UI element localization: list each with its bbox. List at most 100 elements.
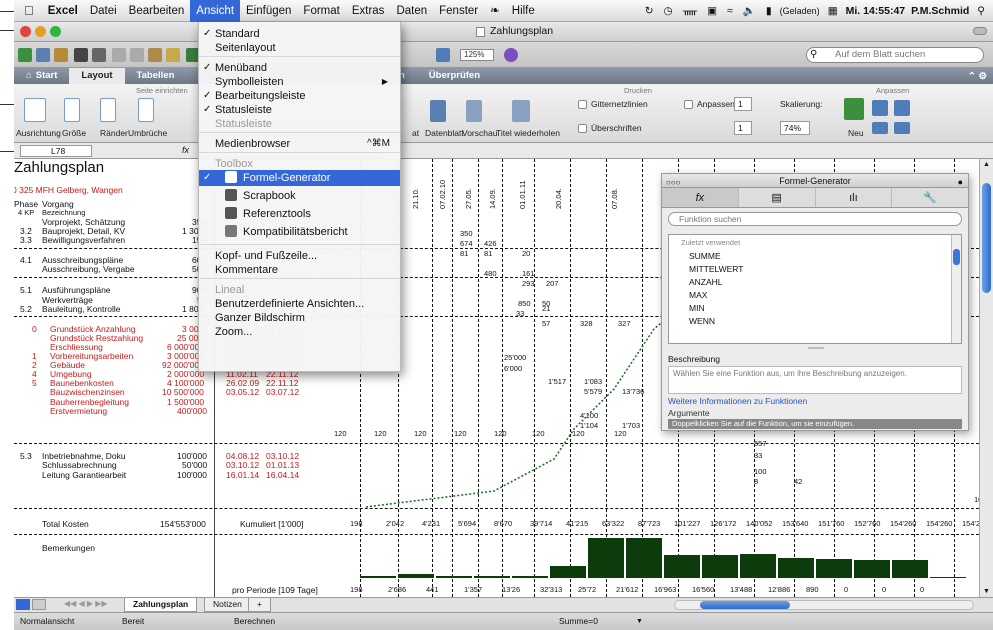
fg-list-scrollbar[interactable] (951, 235, 961, 343)
spotlight-icon[interactable]: ⚲ (975, 5, 987, 17)
fg-function-item[interactable]: SUMME (689, 251, 721, 261)
add-sheet-button[interactable]: + (248, 598, 271, 612)
fg-function-item[interactable]: MIN (689, 303, 705, 313)
horizontal-scroll-thumb[interactable] (700, 601, 790, 609)
menu-item-seitenlayout[interactable]: Seitenlayout (199, 40, 400, 56)
size-icon[interactable] (64, 98, 80, 122)
menu-item-referenztools[interactable]: Referenztools (199, 206, 400, 222)
scroll-down-icon[interactable]: ▼ (983, 588, 990, 595)
close-window-icon[interactable] (20, 26, 31, 37)
colors-icon[interactable] (872, 122, 888, 134)
zoom-select[interactable]: 125% (460, 49, 494, 61)
ribbon-vorschau[interactable]: Vorschau (462, 128, 497, 138)
status-sum-dropdown-icon[interactable]: ▼ (636, 618, 643, 625)
templates-icon[interactable] (36, 48, 50, 62)
ribbon-neu[interactable]: Neu (848, 128, 864, 138)
volume-icon[interactable]: 🔈 (741, 4, 758, 17)
ribbon-groesse[interactable]: Größe (62, 128, 86, 138)
script-menu-icon[interactable]: ❧ (484, 0, 506, 22)
sheet-icon[interactable] (436, 48, 450, 62)
menu-item-formel-generator[interactable]: ✓ Formel-Generator (199, 170, 400, 186)
wifi-icon[interactable]: ≈ (725, 5, 735, 17)
function-icon[interactable]: fx (182, 145, 189, 155)
menu-item-medienbrowser[interactable]: Medienbrowser ^⌘M (199, 136, 400, 152)
battery-icon[interactable]: ▮ (764, 5, 774, 17)
sheet-tab-zahlungsplan[interactable]: Zahlungsplan (124, 598, 198, 612)
fg-tab-chart-icon[interactable]: ılı (816, 188, 893, 207)
fg-tab-objects-icon[interactable]: ▤ (739, 188, 816, 207)
tab-ueberpruefen[interactable]: Überprüfen (417, 68, 492, 84)
menu-einfuegen[interactable]: Einfügen (240, 0, 297, 22)
preview-icon[interactable] (466, 100, 482, 122)
copy-icon[interactable] (130, 48, 144, 62)
cut-icon[interactable] (112, 48, 126, 62)
fg-search-input[interactable]: Funktion suchen (668, 212, 962, 226)
themes-icon[interactable] (872, 100, 888, 116)
fg-function-item[interactable]: MAX (689, 290, 707, 300)
time-machine-icon[interactable]: ◷ (662, 5, 675, 17)
bluetooth-icon[interactable]: ᚅ (681, 5, 699, 17)
tab-nav-icons[interactable]: ◀◀ ◀ ▶ ▶▶ (64, 599, 108, 608)
fg-tab-tools-icon[interactable]: 🔧 (892, 188, 968, 207)
fg-close-icon[interactable]: ○○○ (666, 176, 681, 190)
toolbar-toggle-icon[interactable] (973, 27, 987, 35)
user-name[interactable]: P.M.Schmid (911, 5, 969, 17)
headings-checkbox[interactable] (578, 124, 587, 133)
view-normal-icon[interactable] (16, 599, 30, 610)
fit-width-stepper[interactable]: 1 (734, 97, 752, 111)
menu-format[interactable]: Format (297, 0, 345, 22)
fonts-icon[interactable] (894, 100, 910, 116)
tab-layout[interactable]: Layout (69, 68, 125, 84)
display-icon[interactable]: ▣ (705, 5, 719, 17)
menu-datei[interactable]: Datei (84, 0, 123, 22)
minimize-window-icon[interactable] (35, 26, 46, 37)
datasheet-icon[interactable] (430, 100, 446, 122)
menu-hilfe[interactable]: Hilfe (506, 0, 541, 22)
format-painter-icon[interactable] (166, 48, 180, 62)
cell-reference-box[interactable]: L78 (20, 145, 92, 157)
paste-icon[interactable] (148, 48, 162, 62)
clock[interactable]: Mi. 14:55:47 (846, 5, 906, 17)
open-icon[interactable] (54, 48, 68, 62)
ribbon-titel-wiederholen[interactable]: Titel wiederholen (496, 128, 560, 138)
save-icon[interactable] (74, 48, 88, 62)
fg-resize-handle[interactable] (808, 347, 824, 349)
new-workbook-icon[interactable] (18, 48, 32, 62)
menu-item-kommentare[interactable]: Kommentare (199, 262, 400, 278)
fg-function-item[interactable]: MITTELWERT (689, 264, 743, 274)
status-sum[interactable]: Summe=0 (559, 616, 598, 626)
ribbon-datenblatt[interactable]: Datenblatt (425, 128, 464, 138)
repeat-titles-icon[interactable] (512, 100, 530, 122)
ribbon-raender[interactable]: Ränder (100, 128, 128, 138)
margins-icon[interactable] (100, 98, 116, 122)
fg-tab-formula-icon[interactable]: fx (662, 188, 739, 207)
new-theme-icon[interactable] (844, 98, 864, 120)
help-icon[interactable] (504, 48, 518, 62)
ribbon-collapse-icon[interactable]: ⌃ ⚙ (968, 71, 993, 82)
menu-extras[interactable]: Extras (346, 0, 391, 22)
search-icon[interactable]: ⚲ (810, 49, 817, 60)
calendar-icon[interactable]: ▦ (826, 5, 840, 17)
fg-list-thumb[interactable] (953, 249, 960, 265)
ribbon-umbrueche[interactable]: Umbrüche (128, 128, 167, 138)
fit-height-stepper[interactable]: 1 (734, 121, 752, 135)
tab-start[interactable]: Start (32, 68, 70, 84)
sheet-tab-notizen[interactable]: Notizen (204, 598, 251, 612)
fit-to-checkbox[interactable] (684, 100, 693, 109)
ribbon-print-label-tail[interactable]: at (412, 128, 419, 138)
scroll-up-icon[interactable]: ▲ (983, 161, 990, 168)
menu-item-kompatibilitätsbericht[interactable]: Kompatibilitätsbericht (199, 224, 400, 240)
home-icon[interactable]: ⌂ (14, 68, 32, 84)
vertical-scrollbar[interactable]: ▲ ▼ (979, 159, 993, 597)
scaling-stepper[interactable]: 74% (780, 121, 810, 135)
vertical-scroll-thumb[interactable] (982, 183, 991, 293)
fg-help-link[interactable]: Weitere Informationen zu Funktionen (668, 396, 807, 406)
menu-item-zoom[interactable]: Zoom... (199, 324, 400, 340)
orientation-icon[interactable] (24, 98, 46, 122)
fg-function-list[interactable]: Zuletzt verwendet SUMME MITTELWERT ANZAHL M… (668, 234, 962, 344)
print-icon[interactable] (92, 48, 106, 62)
menu-excel[interactable]: Excel (42, 0, 84, 22)
battery-status[interactable]: (Geladen) (780, 6, 820, 16)
breaks-icon[interactable] (138, 98, 154, 122)
sync-icon[interactable]: ↻ (643, 5, 656, 17)
